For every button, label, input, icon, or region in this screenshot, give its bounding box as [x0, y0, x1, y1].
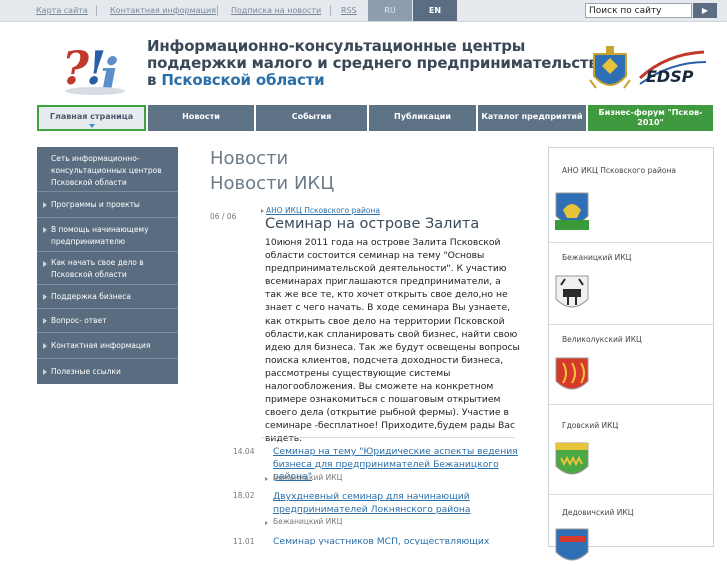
subscribe-link[interactable]: Подписка на новости — [231, 6, 321, 15]
sidebar-item-links[interactable]: Полезные ссылки — [37, 359, 178, 384]
sidebar: Сеть информационно-консультационных цент… — [37, 147, 178, 384]
divider — [549, 324, 713, 325]
arrow-right-icon — [43, 343, 47, 349]
sidebar-item-support[interactable]: Поддержка бизнеса — [37, 285, 178, 309]
page-title: Новости — [210, 148, 289, 169]
news-source: Бежаницкий ИКЦ — [273, 473, 343, 482]
sidebar-item-label: Вопрос- ответ — [51, 316, 107, 325]
arrow-right-icon — [265, 521, 268, 525]
chevron-down-icon — [88, 124, 95, 128]
news-link[interactable]: Двухдневный семинар для начинающий предп… — [273, 491, 523, 516]
page-subtitle: Новости ИКЦ — [210, 173, 335, 194]
tab-news[interactable]: Новости — [148, 105, 254, 131]
velikie-luki-crest-icon[interactable] — [555, 357, 589, 395]
top-bar: Карта сайта Контактная информация Подпис… — [0, 0, 727, 22]
sidebar-item-beginners[interactable]: В помощь начинающему предпринимателю — [37, 218, 178, 252]
sidebar-item-label: Контактная информация — [51, 341, 151, 350]
ikc-item-label[interactable]: Гдовский ИКЦ — [562, 421, 618, 430]
arrow-right-icon — [265, 477, 268, 481]
tab-business-forum[interactable]: Бизнес-форум "Псков- 2010" — [588, 105, 713, 131]
edsp-logo[interactable]: EDSP — [636, 48, 708, 92]
tab-label: Главная страница — [49, 112, 134, 121]
site-title-line: поддержки малого и среднего предпринимат… — [147, 54, 608, 72]
divider — [549, 404, 713, 405]
tab-events[interactable]: События — [256, 105, 367, 131]
site-title: Информационно-консультационные центры по… — [147, 38, 608, 89]
rss-link[interactable]: RSS — [341, 6, 357, 15]
arrow-right-icon — [43, 202, 47, 208]
search-button[interactable]: ▶ — [693, 3, 717, 18]
site-logo[interactable]: ? ! i — [60, 36, 130, 98]
pskov-district-crest-icon[interactable] — [555, 192, 589, 230]
sidebar-item-programs[interactable]: Программы и проекты — [37, 192, 178, 218]
ikc-item-label[interactable]: Дедовичский ИКЦ — [562, 508, 634, 517]
site-title-line: Информационно-консультационные центры — [147, 37, 526, 55]
article-body: 10июня 2011 года на острове Залита Псков… — [265, 237, 520, 445]
tab-catalog[interactable]: Каталог предприятий — [478, 105, 586, 131]
site-title-line: в — [147, 71, 162, 89]
divider — [96, 5, 97, 16]
ikc-item-label[interactable]: Бежаницкий ИКЦ — [562, 253, 631, 262]
tab-home[interactable]: Главная страница — [37, 105, 146, 131]
article-date: 06 / 06 — [210, 212, 237, 221]
sidebar-item-faq[interactable]: Вопрос- ответ — [37, 309, 178, 333]
lang-ru-button[interactable]: RU — [368, 0, 412, 21]
sidebar-item-start-business[interactable]: Как начать свое дело в Псковской области — [37, 252, 178, 285]
edsp-logo-text: EDSP — [646, 67, 694, 86]
news-link[interactable]: Семинар участников МСП, осуществляющих — [273, 536, 523, 545]
tab-label: 2010" — [637, 118, 664, 127]
bezhanitsy-crest-icon[interactable] — [555, 275, 589, 313]
sidebar-item-contacts[interactable]: Контактная информация — [37, 333, 178, 359]
arrow-right-icon — [261, 209, 264, 213]
article-title: Семинар на острове Залита — [265, 216, 480, 232]
news-source: Бежаницкий ИКЦ — [273, 517, 343, 526]
site-title-region: Псковской области — [161, 71, 325, 89]
divider — [549, 242, 713, 243]
ikc-list: АНО ИКЦ Псковского района Бежаницкий ИКЦ… — [548, 147, 714, 561]
main-nav: Главная страница Новости События Публика… — [37, 105, 713, 131]
sitemap-link[interactable]: Карта сайта — [36, 6, 88, 15]
contacts-link[interactable]: Контактная информация — [110, 6, 216, 15]
news-date: 14.04 — [233, 447, 255, 456]
divider — [330, 5, 331, 16]
tab-publications[interactable]: Публикации — [369, 105, 476, 131]
divider — [549, 494, 713, 495]
divider — [217, 5, 218, 16]
arrow-right-icon — [43, 294, 47, 300]
arrow-right-icon — [43, 318, 47, 324]
ikc-item-label[interactable]: Великолукский ИКЦ — [562, 335, 642, 344]
sidebar-item-label: Полезные ссылки — [51, 367, 121, 376]
arrow-right-icon — [43, 227, 47, 233]
sidebar-item-label: В помощь начинающему предпринимателю — [51, 225, 149, 246]
sidebar-item-label: Поддержка бизнеса — [51, 292, 131, 301]
arrow-right-icon — [43, 369, 47, 375]
sidebar-item-network[interactable]: Сеть информационно-консультационных цент… — [37, 147, 178, 192]
sidebar-item-label: Сеть информационно-консультационных цент… — [51, 154, 162, 187]
sidebar-item-label: Программы и проекты — [51, 200, 140, 209]
gdov-crest-icon[interactable] — [555, 442, 589, 480]
ikc-item-label[interactable]: АНО ИКЦ Псковского района — [562, 166, 676, 175]
divider — [261, 437, 515, 438]
pskov-emblem-icon — [589, 46, 631, 89]
dedovichi-crest-icon[interactable] — [555, 528, 589, 566]
news-date: 18.02 — [233, 491, 255, 500]
lang-en-button[interactable]: EN — [413, 0, 457, 21]
arrow-right-icon — [43, 261, 47, 267]
tab-label: Бизнес-форум "Псков- — [598, 108, 703, 117]
search-input[interactable]: Поиск по сайту — [585, 3, 692, 18]
sidebar-item-label: Как начать свое дело в Псковской области — [51, 258, 144, 279]
article-source-link[interactable]: АНО ИКЦ Псковского района — [266, 206, 380, 215]
